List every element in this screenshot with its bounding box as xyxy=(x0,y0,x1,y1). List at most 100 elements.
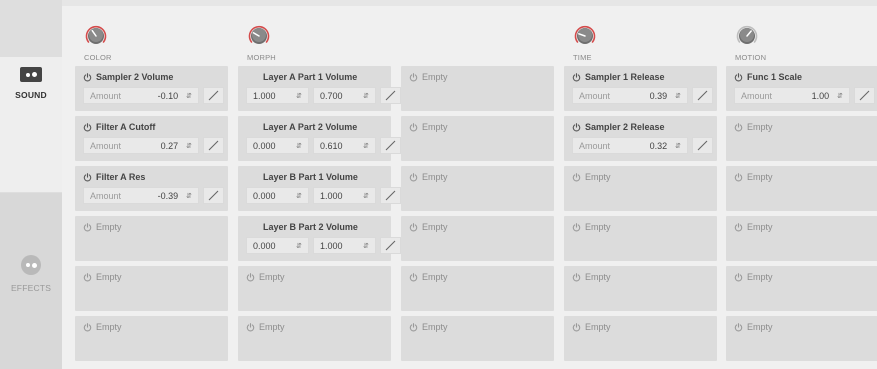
power-icon[interactable] xyxy=(83,322,92,332)
power-icon[interactable] xyxy=(83,222,92,232)
amount-field[interactable]: Amount -0.10 ⇵ xyxy=(83,87,199,104)
power-icon[interactable] xyxy=(409,272,418,282)
empty-slot[interactable]: Empty xyxy=(238,316,391,361)
stepper-icon[interactable]: ⇵ xyxy=(363,92,369,100)
empty-slot[interactable]: Empty xyxy=(401,66,554,111)
edit-curve-button[interactable] xyxy=(380,137,401,154)
stepper-icon[interactable]: ⇵ xyxy=(363,242,369,250)
macro-knob[interactable] xyxy=(573,24,597,48)
empty-slot[interactable]: Empty xyxy=(75,216,228,261)
edit-curve-button[interactable] xyxy=(203,187,224,204)
empty-slot[interactable]: Empty xyxy=(564,266,717,311)
power-icon[interactable] xyxy=(572,222,581,232)
assignment-slot[interactable]: Layer B Part 1 Volume 0.000 ⇵ 1.000 ⇵ xyxy=(238,166,401,211)
empty-slot[interactable]: Empty xyxy=(401,166,554,211)
empty-slot[interactable]: Empty xyxy=(75,316,228,361)
empty-slot[interactable]: Empty xyxy=(726,266,877,311)
assignment-slot[interactable]: Sampler 1 Release Amount 0.39 ⇵ xyxy=(564,66,717,111)
power-icon[interactable] xyxy=(734,272,743,282)
power-icon[interactable] xyxy=(83,172,92,182)
power-icon[interactable] xyxy=(734,222,743,232)
stepper-icon[interactable]: ⇵ xyxy=(186,142,192,150)
range-min-field[interactable]: 0.000 ⇵ xyxy=(246,237,309,254)
stepper-icon[interactable]: ⇵ xyxy=(296,242,302,250)
empty-slot[interactable]: Empty xyxy=(401,316,554,361)
stepper-icon[interactable]: ⇵ xyxy=(363,192,369,200)
stepper-icon[interactable]: ⇵ xyxy=(186,92,192,100)
macro-knob[interactable] xyxy=(735,24,759,48)
assignment-slot[interactable]: Filter A Cutoff Amount 0.27 ⇵ xyxy=(75,116,228,161)
power-icon[interactable] xyxy=(409,172,418,182)
empty-slot[interactable]: Empty xyxy=(564,316,717,361)
amount-field[interactable]: Amount 0.39 ⇵ xyxy=(572,87,688,104)
edit-curve-button[interactable] xyxy=(692,137,713,154)
amount-field[interactable]: Amount 0.32 ⇵ xyxy=(572,137,688,154)
edit-curve-button[interactable] xyxy=(203,137,224,154)
range-max-field[interactable]: 1.000 ⇵ xyxy=(313,237,376,254)
edit-curve-button[interactable] xyxy=(380,87,401,104)
power-icon[interactable] xyxy=(246,272,255,282)
range-max-field[interactable]: 0.700 ⇵ xyxy=(313,87,376,104)
assignment-slot[interactable]: Layer B Part 2 Volume 0.000 ⇵ 1.000 ⇵ xyxy=(238,216,401,261)
power-icon[interactable] xyxy=(734,322,743,332)
assignment-slot[interactable]: Filter A Res Amount -0.39 ⇵ xyxy=(75,166,228,211)
macro-knob[interactable] xyxy=(247,24,271,48)
power-icon[interactable] xyxy=(409,122,418,132)
range-max-field[interactable]: 0.610 ⇵ xyxy=(313,137,376,154)
power-icon[interactable] xyxy=(734,122,743,132)
power-icon[interactable] xyxy=(734,172,743,182)
power-icon[interactable] xyxy=(409,72,418,82)
empty-slot[interactable]: Empty xyxy=(401,266,554,311)
assignment-slot[interactable]: Sampler 2 Volume Amount -0.10 ⇵ xyxy=(75,66,228,111)
power-icon[interactable] xyxy=(572,72,581,82)
power-icon[interactable] xyxy=(572,272,581,282)
assignment-slot[interactable]: Func 1 Scale Amount 1.00 ⇵ xyxy=(726,66,877,111)
stepper-icon[interactable]: ⇵ xyxy=(186,192,192,200)
empty-slot[interactable]: Empty xyxy=(564,166,717,211)
empty-slot[interactable]: Empty xyxy=(238,266,391,311)
empty-slot[interactable]: Empty xyxy=(564,216,717,261)
power-icon[interactable] xyxy=(83,272,92,282)
edit-curve-button[interactable] xyxy=(380,187,401,204)
power-icon[interactable] xyxy=(734,72,743,82)
macro-knob[interactable] xyxy=(84,24,108,48)
amount-field[interactable]: Amount -0.39 ⇵ xyxy=(83,187,199,204)
power-icon[interactable] xyxy=(246,322,255,332)
range-min-field[interactable]: 0.000 ⇵ xyxy=(246,187,309,204)
sound-tab[interactable]: SOUND xyxy=(0,57,62,192)
edit-curve-button[interactable] xyxy=(380,237,401,254)
stepper-icon[interactable]: ⇵ xyxy=(675,92,681,100)
assignment-slot[interactable]: Layer A Part 2 Volume 0.000 ⇵ 0.610 ⇵ xyxy=(238,116,401,161)
power-icon[interactable] xyxy=(572,122,581,132)
stepper-icon[interactable]: ⇵ xyxy=(363,142,369,150)
edit-curve-button[interactable] xyxy=(203,87,224,104)
power-icon[interactable] xyxy=(409,322,418,332)
effects-tab[interactable]: EFFECTS xyxy=(0,193,62,369)
empty-slot[interactable]: Empty xyxy=(726,216,877,261)
power-icon[interactable] xyxy=(572,172,581,182)
range-min-field[interactable]: 1.000 ⇵ xyxy=(246,87,309,104)
amount-field[interactable]: Amount 0.27 ⇵ xyxy=(83,137,199,154)
assignment-slot[interactable]: Sampler 2 Release Amount 0.32 ⇵ xyxy=(564,116,717,161)
power-icon[interactable] xyxy=(83,122,92,132)
edit-curve-button[interactable] xyxy=(692,87,713,104)
power-icon[interactable] xyxy=(83,72,92,82)
power-icon[interactable] xyxy=(409,222,418,232)
stepper-icon[interactable]: ⇵ xyxy=(296,92,302,100)
power-icon[interactable] xyxy=(572,322,581,332)
empty-slot[interactable]: Empty xyxy=(726,316,877,361)
stepper-icon[interactable]: ⇵ xyxy=(675,142,681,150)
empty-slot[interactable]: Empty xyxy=(401,116,554,161)
amount-field[interactable]: Amount 1.00 ⇵ xyxy=(734,87,850,104)
stepper-icon[interactable]: ⇵ xyxy=(837,92,843,100)
empty-slot[interactable]: Empty xyxy=(75,266,228,311)
range-max-field[interactable]: 1.000 ⇵ xyxy=(313,187,376,204)
stepper-icon[interactable]: ⇵ xyxy=(296,192,302,200)
stepper-icon[interactable]: ⇵ xyxy=(296,142,302,150)
assignment-slot[interactable]: Layer A Part 1 Volume 1.000 ⇵ 0.700 ⇵ xyxy=(238,66,401,111)
range-min-field[interactable]: 0.000 ⇵ xyxy=(246,137,309,154)
empty-slot[interactable]: Empty xyxy=(726,116,877,161)
edit-curve-button[interactable] xyxy=(854,87,875,104)
empty-slot[interactable]: Empty xyxy=(401,216,554,261)
empty-slot[interactable]: Empty xyxy=(726,166,877,211)
